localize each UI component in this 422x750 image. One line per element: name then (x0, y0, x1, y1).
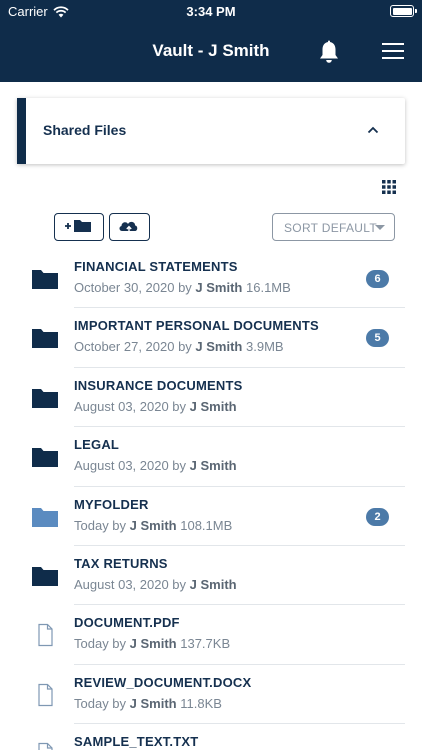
item-size: 11.8KB (176, 695, 222, 711)
item-owner: J Smith (189, 458, 237, 474)
file-list: FINANCIAL STATEMENTS October 30, 2020 by … (0, 249, 422, 750)
status-bar: Carrier 3:34 PM (0, 0, 422, 22)
item-size: 16.1MB (242, 280, 291, 295)
folder-row[interactable]: MYFOLDER Today by J Smith 108.1MB 2 (0, 487, 422, 546)
item-name: MYFOLDER (74, 496, 149, 512)
folder-icon (32, 505, 58, 529)
sort-label: SORT DEFAULT (284, 221, 377, 235)
item-owner: J Smith (189, 398, 237, 414)
cloud-upload-icon (118, 221, 137, 232)
shared-files-label: Shared Files (43, 122, 127, 138)
bell-icon[interactable] (318, 40, 340, 64)
hamburger-menu-icon[interactable] (382, 42, 404, 60)
item-date: October 30, 2020 by (74, 280, 196, 295)
item-date: August 03, 2020 by (74, 576, 190, 592)
folder-row[interactable]: FINANCIAL STATEMENTS October 30, 2020 by … (0, 249, 422, 309)
item-owner: J Smith (195, 339, 243, 355)
item-date: August 03, 2020 by (74, 398, 190, 414)
item-owner: J Smith (129, 695, 177, 711)
file-icon (32, 683, 58, 707)
item-size: 3.9MB (242, 339, 284, 355)
item-name: DOCUMENT.PDF (74, 615, 180, 631)
sort-dropdown[interactable]: SORT DEFAULT (272, 213, 395, 241)
item-size: 137.7KB (176, 636, 231, 652)
item-name: LEGAL (74, 437, 120, 453)
item-name: IMPORTANT PERSONAL DOCUMENTS (74, 318, 319, 334)
folder-icon (32, 326, 58, 350)
caret-down-icon (375, 225, 385, 230)
item-name: SAMPLE_TEXT.TXT (74, 734, 199, 750)
add-folder-button[interactable] (54, 213, 104, 241)
folder-icon (32, 564, 58, 588)
folder-row[interactable]: INSURANCE DOCUMENTS August 03, 2020 by J … (0, 368, 422, 428)
item-meta: August 03, 2020 by J Smith (74, 577, 237, 592)
page-title: Vault - J Smith (152, 41, 270, 60)
shared-files-panel[interactable]: Shared Files (17, 98, 405, 164)
item-owner: J Smith (129, 517, 177, 533)
item-meta: Today by J Smith 137.7KB (74, 636, 230, 651)
clock: 3:34 PM (186, 4, 236, 19)
add-folder-icon (64, 219, 91, 232)
item-name: REVIEW_DOCUMENT.DOCX (74, 674, 252, 690)
battery-icon (390, 5, 417, 17)
item-owner: J Smith (195, 280, 243, 295)
item-name: INSURANCE DOCUMENTS (74, 377, 243, 393)
panel-accent-bar (17, 98, 26, 164)
item-date: August 03, 2020 by (74, 458, 190, 474)
item-count-badge: 5 (366, 329, 389, 348)
item-meta: Today by J Smith 11.8KB (74, 696, 222, 711)
grid-view-icon[interactable] (382, 180, 396, 194)
item-meta: August 03, 2020 by J Smith (74, 399, 237, 414)
file-row[interactable]: SAMPLE_TEXT.TXT (0, 724, 422, 750)
item-size: 108.1MB (176, 517, 233, 533)
item-count-badge: 2 (366, 507, 389, 526)
item-name: TAX RETURNS (74, 555, 168, 571)
file-icon (32, 742, 58, 750)
folder-icon (32, 386, 58, 410)
item-meta: October 27, 2020 by J Smith 3.9MB (74, 339, 284, 354)
folder-icon (32, 445, 58, 469)
upload-button[interactable] (109, 213, 150, 241)
folder-row[interactable]: TAX RETURNS August 03, 2020 by J Smith (0, 546, 422, 606)
item-owner: J Smith (189, 576, 237, 592)
folder-icon (32, 267, 58, 291)
item-date: Today by (74, 517, 130, 533)
item-name: FINANCIAL STATEMENTS (74, 259, 238, 274)
item-date: October 27, 2020 by (74, 339, 196, 355)
item-date: Today by (74, 636, 130, 652)
file-icon (32, 623, 58, 647)
item-meta: Today by J Smith 108.1MB (74, 518, 232, 533)
folder-row[interactable]: IMPORTANT PERSONAL DOCUMENTS October 27, … (0, 308, 422, 368)
file-row[interactable]: REVIEW_DOCUMENT.DOCX Today by J Smith 11.… (0, 665, 422, 725)
item-count-badge: 6 (366, 270, 389, 288)
app-header: Carrier 3:34 PM Vault - J Smith (0, 0, 422, 82)
item-meta: August 03, 2020 by J Smith (74, 458, 237, 473)
item-owner: J Smith (129, 636, 177, 652)
chevron-up-icon[interactable] (367, 124, 379, 136)
item-meta: October 30, 2020 by J Smith 16.1MB (74, 280, 291, 295)
file-row[interactable]: DOCUMENT.PDF Today by J Smith 137.7KB (0, 605, 422, 665)
item-date: Today by (74, 695, 130, 711)
folder-row[interactable]: LEGAL August 03, 2020 by J Smith (0, 427, 422, 487)
